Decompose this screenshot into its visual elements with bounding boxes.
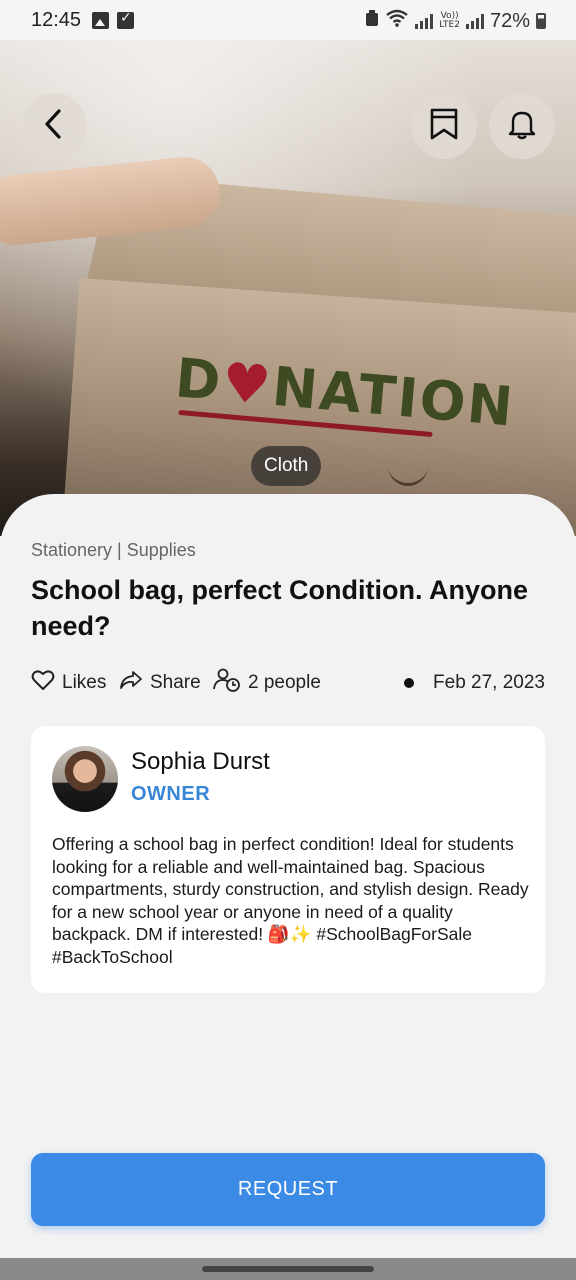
date-dot-icon xyxy=(404,678,415,688)
share-icon xyxy=(119,670,143,696)
signal-icon-1 xyxy=(415,13,434,29)
notification-button[interactable] xyxy=(489,93,555,159)
status-bar: 12:45 Vo)) LTE2 72% xyxy=(0,0,576,40)
wifi-icon xyxy=(385,9,409,33)
share-label: Share xyxy=(150,672,201,693)
back-icon xyxy=(42,108,66,145)
home-gesture-handle[interactable] xyxy=(202,1266,374,1272)
task-notification-icon xyxy=(117,10,134,29)
post-description: Offering a school bag in perfect conditi… xyxy=(52,834,529,967)
owner-card: Sophia Durst OWNER Offering a school bag… xyxy=(31,726,545,993)
back-button[interactable] xyxy=(21,93,87,159)
avatar[interactable] xyxy=(52,746,118,812)
gallery-notification-icon xyxy=(92,12,109,29)
system-nav-bar xyxy=(0,1258,576,1280)
owner-name[interactable]: Sophia Durst xyxy=(131,748,270,776)
battery-icon xyxy=(536,13,546,29)
post-tags: Stationery | Supplies xyxy=(31,540,196,560)
network-type: Vo)) LTE2 xyxy=(439,12,460,30)
post-date: Feb 27, 2023 xyxy=(404,670,545,696)
people-label: 2 people xyxy=(248,672,321,693)
bell-icon xyxy=(507,108,537,145)
likes-label: Likes xyxy=(62,672,107,693)
owner-role-badge: OWNER xyxy=(131,783,211,805)
bookmark-icon xyxy=(429,108,459,145)
notification-icons xyxy=(92,10,134,29)
date-label: Feb 27, 2023 xyxy=(433,672,545,693)
status-time: 12:45 xyxy=(31,9,82,31)
people-count: 2 people xyxy=(213,668,321,698)
share-button[interactable]: Share xyxy=(119,670,201,696)
battery-percent: 72% xyxy=(489,9,530,32)
post-details-sheet: Stationery | Supplies School bag, perfec… xyxy=(0,494,576,1256)
signal-icon-2 xyxy=(465,13,484,29)
status-right: Vo)) LTE2 72% xyxy=(365,9,546,33)
heart-o-icon: ♥ xyxy=(219,350,276,418)
likes-button[interactable]: Likes xyxy=(31,670,106,696)
post-meta-row: Likes Share 2 people Feb 27, 2023 xyxy=(31,668,545,698)
post-title: School bag, perfect Condition. Anyone ne… xyxy=(31,575,529,641)
request-button[interactable]: REQUEST xyxy=(31,1153,545,1226)
lte-label: LTE2 xyxy=(439,20,460,30)
alarm-icon xyxy=(365,9,379,33)
category-chip[interactable]: Cloth xyxy=(251,446,322,486)
bookmark-button[interactable] xyxy=(411,93,477,159)
people-clock-icon xyxy=(213,668,241,698)
heart-icon xyxy=(31,669,55,697)
